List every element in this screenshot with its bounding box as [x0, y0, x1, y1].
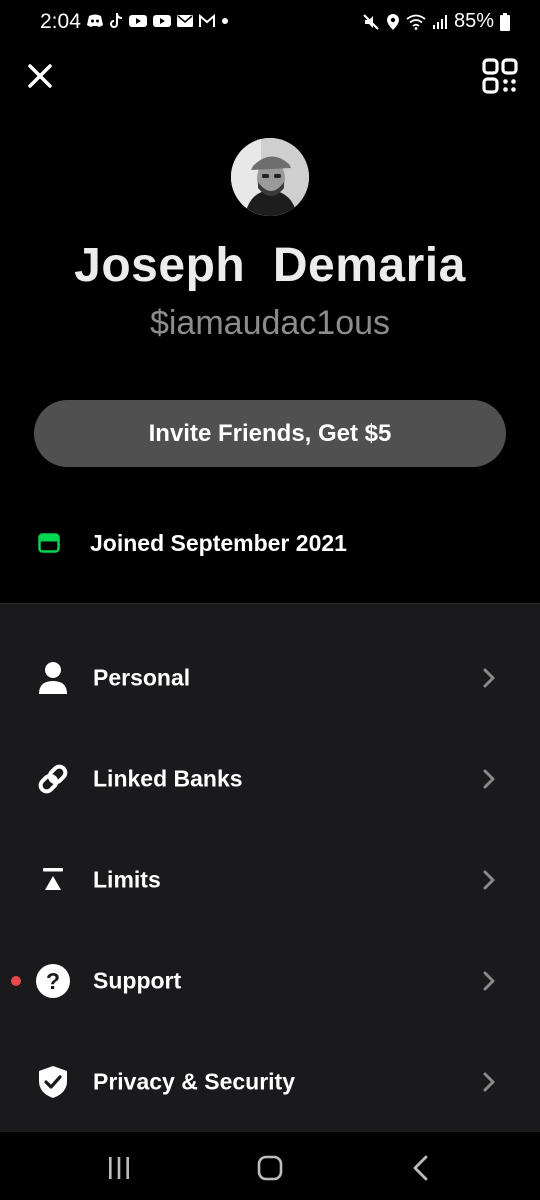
mail-icon: [177, 15, 193, 27]
home-button[interactable]: [250, 1154, 290, 1182]
avatar[interactable]: [231, 138, 309, 216]
discord-icon: [87, 14, 103, 27]
battery-percent: 85%: [453, 10, 494, 32]
chevron-right-icon: [483, 971, 495, 990]
location-icon: [386, 13, 399, 30]
menu-label-privacy-security: Privacy & Security: [93, 1068, 296, 1094]
menu-item-privacy-security[interactable]: Privacy & Security: [0, 1031, 540, 1132]
menu-label-support: Support: [93, 967, 182, 993]
back-button[interactable]: [400, 1154, 440, 1182]
wifi-icon: [406, 14, 426, 30]
menu-label-limits: Limits: [93, 866, 161, 892]
mute-icon: [363, 13, 379, 30]
notification-icons: [86, 12, 230, 30]
battery-icon: [500, 12, 510, 31]
home-icon: [257, 1155, 283, 1181]
qr-code-icon: [482, 58, 518, 94]
chevron-right-icon: [483, 1072, 495, 1091]
joined-info: Joined September 2021: [38, 528, 347, 558]
dot-icon: [222, 18, 228, 24]
status-time: 2:04: [40, 10, 81, 33]
menu-label-personal: Personal: [93, 664, 191, 690]
menu-item-support[interactable]: ? Support: [0, 930, 540, 1031]
chevron-right-icon: [483, 769, 495, 788]
menu-item-limits[interactable]: Limits: [0, 829, 540, 930]
profile-handle: $iamaudac1ous: [149, 304, 391, 342]
back-icon: [413, 1155, 428, 1181]
qr-code-button[interactable]: [482, 58, 518, 94]
notification-dot: [11, 975, 21, 986]
menu-label-linked-banks: Linked Banks: [93, 765, 243, 791]
profile-photo: [231, 138, 309, 216]
status-bar: 2:04 85%: [0, 0, 540, 46]
invite-friends-button[interactable]: Invite Friends, Get $5: [34, 400, 506, 467]
recents-button[interactable]: [99, 1154, 139, 1182]
svg-text:?: ?: [46, 968, 60, 994]
chevron-right-icon: [483, 668, 495, 687]
menu-item-linked-banks[interactable]: Linked Banks: [0, 728, 540, 829]
youtube-icon: [153, 15, 171, 27]
close-button[interactable]: [26, 62, 54, 90]
close-icon: [28, 64, 52, 88]
joined-date: Joined September 2021: [90, 529, 347, 556]
system-nav-bar: [0, 1132, 540, 1200]
signal-icon: [432, 14, 447, 29]
link-icon: [36, 762, 70, 796]
system-status: 85%: [362, 10, 510, 33]
tiktok-icon: [110, 13, 122, 28]
shield-check-icon: [36, 1065, 70, 1099]
help-icon: ?: [36, 963, 70, 998]
settings-menu: Personal Linked Banks Limits ? Support P…: [0, 604, 540, 1132]
menu-item-personal[interactable]: Personal: [0, 627, 540, 728]
youtube-icon: [129, 15, 147, 27]
limits-icon: [36, 863, 70, 897]
recents-icon: [109, 1157, 129, 1179]
person-icon: [36, 661, 70, 695]
profile-name: Joseph Demaria: [74, 239, 466, 292]
calendar-icon: [38, 533, 60, 553]
chevron-right-icon: [483, 870, 495, 889]
gmail-icon: [199, 14, 215, 27]
